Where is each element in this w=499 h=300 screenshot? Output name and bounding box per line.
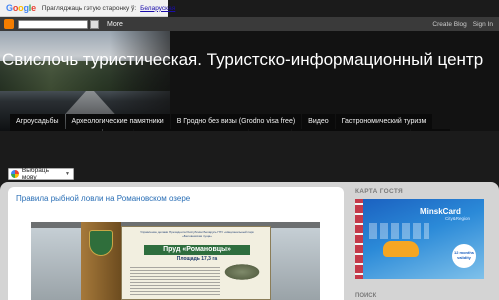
tab-item[interactable]: Достопримечательности [10, 129, 102, 131]
sign-area: Площадь 17,3 га [176, 256, 218, 262]
google-logo: Google [6, 3, 36, 13]
search-icon[interactable] [90, 19, 99, 29]
tab-item[interactable]: Видео [302, 114, 335, 129]
sidebar-search-title: ПОИСК [355, 293, 377, 299]
site-header: Свислочь туристическая. Туристско-информ… [0, 31, 499, 131]
tab-item[interactable]: В Гродно без визы (Grodno visa free) [170, 114, 302, 129]
navbar-search-input[interactable] [18, 19, 88, 29]
language-select-label: Выбраць мову [21, 167, 49, 181]
translate-language-link[interactable]: Беларуская [140, 5, 175, 12]
post-image[interactable]: Управление делами Президента Республики … [31, 222, 320, 300]
blogger-icon[interactable] [4, 19, 14, 29]
tab-item[interactable]: Археологические памятники [65, 114, 170, 129]
chevron-down-icon: ▼ [65, 171, 70, 177]
emblem-icon [89, 230, 113, 256]
translate-bar: Google Прагляджаць гэтую старонку ў: Бел… [0, 0, 175, 17]
tab-item[interactable]: Гастрономический туризм [335, 114, 433, 129]
tab-item[interactable]: Никто не забыт ничто не забыто [292, 129, 410, 131]
main-tabs: Агроусадьбы Археологические памятники В Гр… [10, 114, 494, 131]
tab-item[interactable]: Агроусадьбы [10, 114, 65, 129]
tab-item[interactable]: Новости [410, 129, 450, 131]
create-blog-link[interactable]: Create Blog [432, 21, 466, 28]
sidebar-map-title: КАРТА ГОСТЯ [355, 188, 404, 195]
tab-item[interactable]: Знаменитые люди Свислочины [133, 129, 249, 131]
minskcard-subtitle: City&Region [445, 216, 471, 221]
site-title[interactable]: Свислочь туристическая. Туристско-информ… [2, 50, 483, 70]
fish-icon [222, 263, 262, 281]
sign-in-link[interactable]: Sign In [473, 21, 493, 28]
language-select[interactable]: Выбраць мову ▼ [8, 167, 74, 181]
translate-prompt: Прагляджаць гэтую старонку ў: [41, 4, 137, 12]
car-icon [383, 241, 419, 257]
validity-badge: 12 months validity [452, 244, 476, 268]
sign-board: Управление делами Президента Республики … [121, 226, 271, 300]
sign-header: Управление делами Президента Республики … [140, 230, 254, 238]
minskcard-brand: MinskCard [420, 207, 461, 216]
post-title[interactable]: Правила рыбной ловли на Романовском озер… [16, 194, 190, 203]
google-g-icon [11, 170, 19, 178]
blogger-navbar: More Create Blog Sign In [0, 17, 499, 31]
minskcard-banner[interactable]: MinskCard City&Region 12 months validity [355, 199, 484, 279]
sign-name: Пруд «Романовцы» [144, 245, 250, 255]
navbar-more-button[interactable]: More [107, 21, 123, 28]
tab-item[interactable]: Контакты [249, 129, 292, 131]
ornament-stripe [355, 199, 363, 279]
tab-item[interactable]: Досуг [102, 129, 133, 131]
